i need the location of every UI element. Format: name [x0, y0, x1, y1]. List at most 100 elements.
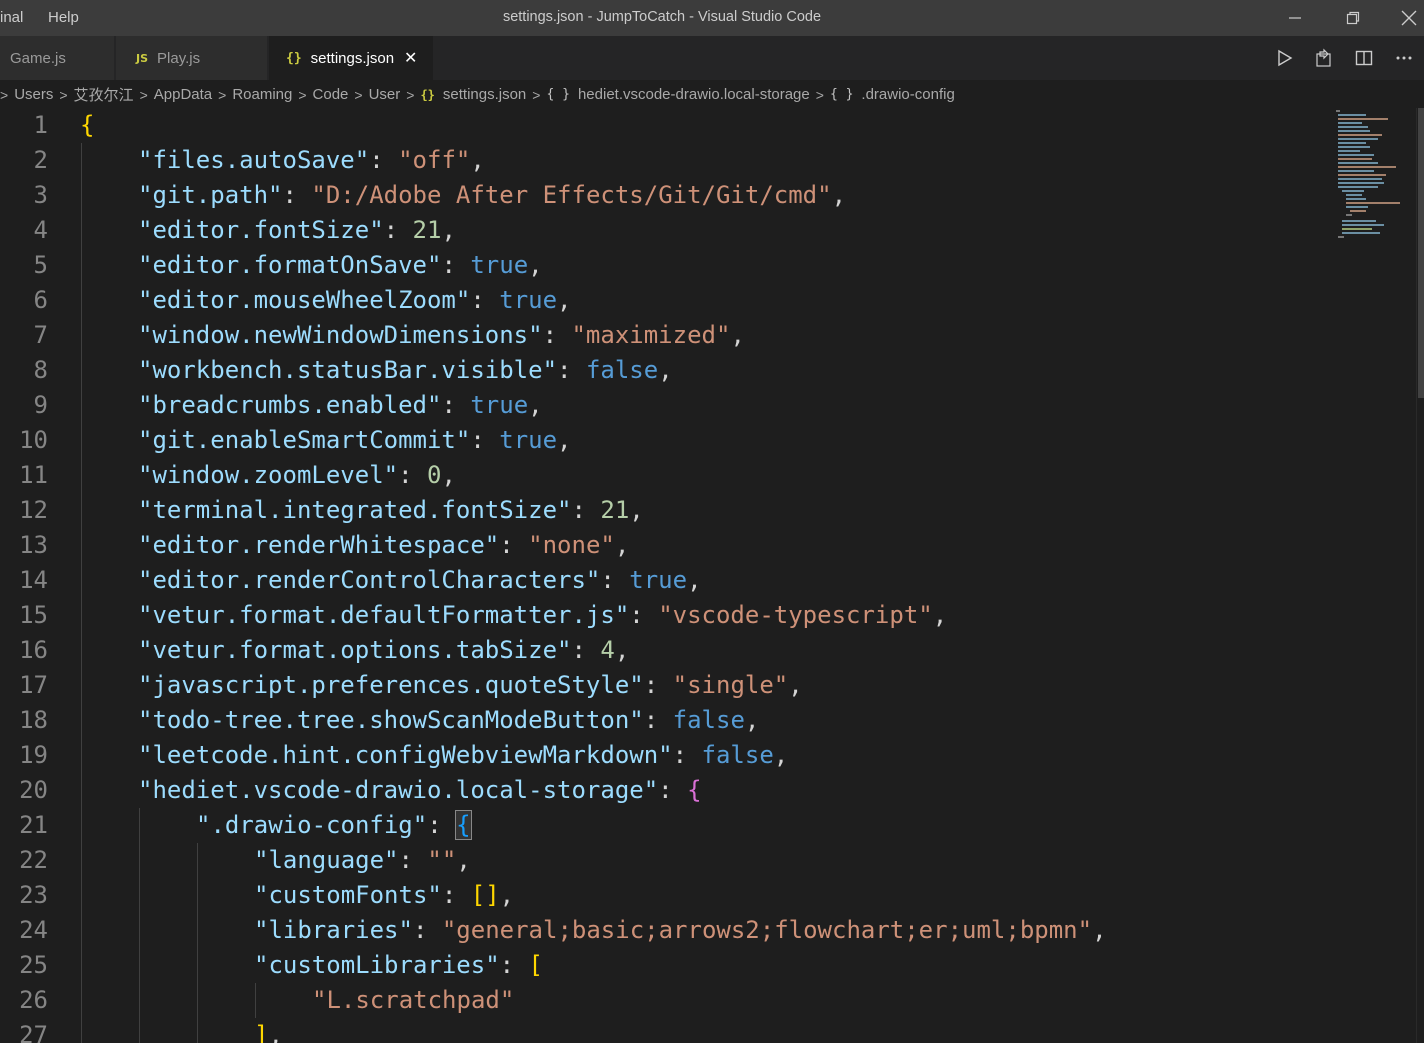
breadcrumb-item-user[interactable]: User	[369, 86, 401, 103]
breadcrumb-item-settings-json[interactable]: settings.json	[443, 86, 526, 103]
code-line: 21 ".drawio-config": {	[0, 808, 1330, 843]
code-text: "customLibraries": [	[254, 951, 543, 979]
code-text: "vetur.format.options.tabSize": 4,	[138, 636, 630, 664]
breadcrumb-item-appdata[interactable]: AppData	[154, 86, 212, 103]
line-number: 13	[19, 531, 48, 559]
code-line: 7 "window.newWindowDimensions": "maximize…	[0, 318, 1330, 353]
code-line: 24 "libraries": "general;basic;arrows2;fl…	[0, 913, 1330, 948]
chevron-right-icon: >	[0, 86, 9, 103]
code-line: 19 "leetcode.hint.configWebviewMarkdown":…	[0, 738, 1330, 773]
code-line: 14 "editor.renderControlCharacters": true…	[0, 563, 1330, 598]
code-text: "javascript.preferences.quoteStyle": "si…	[138, 671, 803, 699]
breadcrumb-item-local-storage[interactable]: hediet.vscode-drawio.local-storage	[578, 86, 810, 103]
code-line: 11 "window.zoomLevel": 0,	[0, 458, 1330, 493]
code-line: 9 "breadcrumbs.enabled": true,	[0, 388, 1330, 423]
breadcrumb-item-username[interactable]: 艾孜尔江	[74, 84, 134, 105]
line-number: 6	[33, 286, 48, 314]
code-text: "editor.renderWhitespace": "none",	[138, 531, 630, 559]
vertical-scrollbar[interactable]	[1416, 108, 1424, 1043]
code-text: "window.newWindowDimensions": "maximized…	[138, 321, 745, 349]
code-text: "workbench.statusBar.visible": false,	[138, 356, 673, 384]
code-line: 3 "git.path": "D:/Adobe After Effects/Git…	[0, 178, 1330, 213]
chevron-right-icon: >	[59, 86, 68, 103]
chevron-right-icon: >	[406, 86, 415, 103]
line-number: 19	[19, 741, 48, 769]
code-text: "hediet.vscode-drawio.local-storage": {	[138, 776, 702, 804]
line-number: 25	[19, 951, 48, 979]
code-text: "language": "",	[254, 846, 471, 874]
split-editor-icon[interactable]	[1344, 36, 1384, 80]
tab-label: Game.js	[10, 49, 66, 67]
code-line: 18 "todo-tree.tree.showScanModeButton": f…	[0, 703, 1330, 738]
tab-label: Play.js	[157, 49, 201, 67]
breadcrumb-item-code[interactable]: Code	[313, 86, 349, 103]
tab-settings-json[interactable]: {} settings.json ✕	[269, 36, 434, 80]
line-number: 17	[19, 671, 48, 699]
line-number: 27	[19, 1021, 48, 1043]
chevron-right-icon: >	[354, 86, 363, 103]
minimize-icon[interactable]	[1272, 0, 1318, 36]
tab-game-js[interactable]: Game.js	[0, 36, 115, 80]
code-line: 10 "git.enableSmartCommit": true,	[0, 423, 1330, 458]
restore-icon[interactable]	[1330, 0, 1376, 36]
line-number: 8	[33, 356, 48, 384]
line-number: 16	[19, 636, 48, 664]
code-text: "files.autoSave": "off",	[138, 146, 485, 174]
line-number: 2	[33, 146, 48, 174]
code-line: 6 "editor.mouseWheelZoom": true,	[0, 283, 1330, 318]
code-text: "editor.mouseWheelZoom": true,	[138, 286, 572, 314]
editor-tab-strip: Game.js JS Play.js {} settings.json ✕	[0, 36, 1424, 80]
breadcrumb-item-drawio-config[interactable]: .drawio-config	[861, 86, 954, 103]
line-number: 21	[19, 811, 48, 839]
close-icon[interactable]	[1386, 0, 1424, 36]
code-text: "editor.formatOnSave": true,	[138, 251, 543, 279]
tab-label: settings.json	[310, 49, 395, 67]
line-number: 12	[19, 496, 48, 524]
line-number: 18	[19, 706, 48, 734]
line-number: 15	[19, 601, 48, 629]
code-text: "editor.fontSize": 21,	[138, 216, 456, 244]
line-number: 20	[19, 776, 48, 804]
line-number: 24	[19, 916, 48, 944]
code-editor[interactable]: 1{ 2 "files.autoSave": "off", 3 "git.path"…	[0, 108, 1424, 1043]
line-number: 7	[33, 321, 48, 349]
code-text: ".drawio-config": {	[196, 810, 472, 840]
line-number: 23	[19, 881, 48, 909]
code-text: "L.scratchpad"	[312, 986, 515, 1014]
breadcrumb-item-roaming[interactable]: Roaming	[232, 86, 292, 103]
minimap[interactable]	[1332, 108, 1412, 248]
code-line: 4 "editor.fontSize": 21,	[0, 213, 1330, 248]
code-text: "customFonts": [],	[254, 881, 515, 909]
line-number: 3	[33, 181, 48, 209]
code-line: 22 "language": "",	[0, 843, 1330, 878]
chevron-right-icon: >	[139, 86, 148, 103]
code-line: 20 "hediet.vscode-drawio.local-storage": …	[0, 773, 1330, 808]
line-number: 4	[33, 216, 48, 244]
code-line: 1{	[0, 108, 1330, 143]
run-icon[interactable]	[1264, 36, 1304, 80]
line-number: 5	[33, 251, 48, 279]
more-actions-icon[interactable]	[1384, 36, 1424, 80]
editor-actions	[1264, 36, 1424, 80]
chevron-right-icon: >	[532, 86, 541, 103]
breadcrumb: > Users > 艾孜尔江 > AppData > Roaming > Cod…	[0, 80, 1424, 108]
json-file-icon: {}	[420, 87, 435, 102]
object-icon: { }	[546, 87, 570, 102]
close-tab-icon[interactable]: ✕	[404, 48, 417, 68]
line-number: 22	[19, 846, 48, 874]
object-icon: { }	[829, 87, 854, 102]
json-file-icon: {}	[286, 50, 302, 66]
line-number: 26	[19, 986, 48, 1014]
code-text: "terminal.integrated.fontSize": 21,	[138, 496, 644, 524]
code-text: "todo-tree.tree.showScanModeButton": fal…	[138, 706, 760, 734]
code-text: "git.enableSmartCommit": true,	[138, 426, 572, 454]
scrollbar-thumb[interactable]	[1418, 108, 1424, 398]
js-file-icon: JS	[136, 51, 149, 65]
code-text: "vetur.format.defaultFormatter.js": "vsc…	[138, 601, 948, 629]
window-title: settings.json - JumpToCatch - Visual Stu…	[502, 9, 822, 25]
open-settings-ui-icon[interactable]	[1304, 36, 1344, 80]
code-line: 26 "L.scratchpad"	[0, 983, 1330, 1018]
tab-play-js[interactable]: JS Play.js	[116, 36, 268, 80]
chevron-right-icon: >	[218, 86, 227, 103]
breadcrumb-item-users[interactable]: Users	[14, 86, 53, 103]
